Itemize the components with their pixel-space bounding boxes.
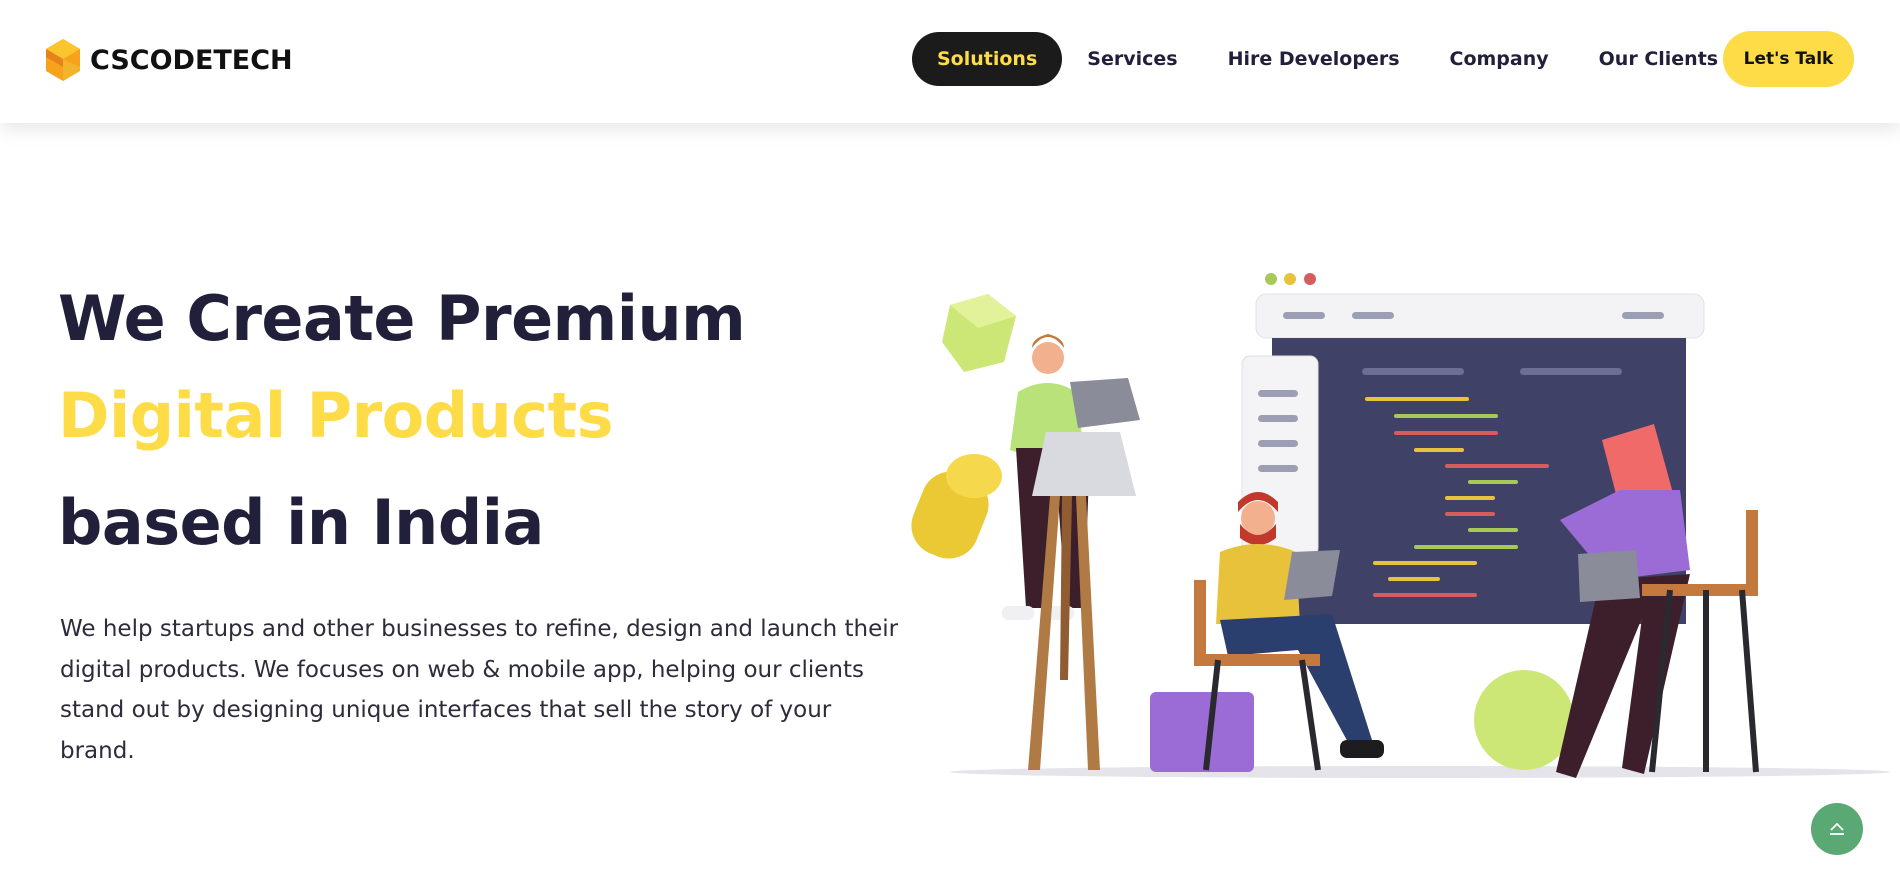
purple-box [1150,692,1254,772]
hero-title-line-3: based in India [58,486,544,559]
nav-item-hire-developers[interactable]: Hire Developers [1203,32,1425,86]
green-cube [942,294,1016,372]
main-nav: Solutions Services Hire Developers Compa… [912,31,1743,87]
hexagon-s-logo-icon [46,39,80,81]
chevron-up-icon [1830,822,1844,835]
hero-description: We help startups and other businesses to… [60,616,899,764]
nav-item-services[interactable]: Services [1062,32,1202,86]
floor-lamp [1028,432,1136,770]
hero-title-line-2: Digital Products [58,379,614,452]
nav-item-company[interactable]: Company [1425,32,1574,86]
logo-text: CSCODETECH [90,44,293,76]
logo[interactable]: CSCODETECH [44,36,293,84]
scroll-top-button[interactable] [1811,803,1863,855]
site-header: CSCODETECH Solutions Services Hire Devel… [0,0,1900,123]
team-working-on-laptops-illustration [911,273,1890,778]
hero-title-line-1: We Create Premium [58,282,746,355]
lets-talk-button[interactable]: Let's Talk [1723,31,1854,87]
yellow-cylinder [911,454,1002,559]
green-ball [1474,670,1574,770]
nav-item-solutions[interactable]: Solutions [912,32,1063,86]
nav-item-our-clients[interactable]: Our Clients [1574,32,1743,86]
